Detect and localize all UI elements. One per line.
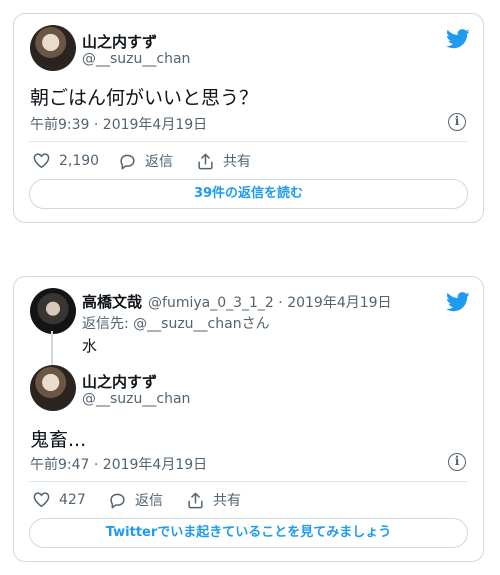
info-icon[interactable]: i [448, 453, 466, 471]
avatar[interactable] [30, 288, 76, 334]
tweet-text: 鬼畜... [30, 429, 87, 451]
parent-author-name[interactable]: 高橋文哉 [82, 293, 142, 311]
share-icon [188, 492, 203, 508]
share-icon [198, 153, 213, 169]
reply-button[interactable]: 返信 [118, 151, 173, 171]
divider [29, 481, 468, 482]
reply-button[interactable]: 返信 [108, 490, 163, 510]
parent-tweet-header[interactable]: 高橋文哉 @fumiya_0_3_1_2 · 2019年4月19日 [82, 291, 392, 312]
avatar[interactable] [30, 25, 76, 71]
share-label: 共有 [223, 154, 251, 170]
author-handle[interactable]: @__suzu__chan [82, 51, 190, 67]
divider [29, 141, 468, 142]
twitter-bird-icon[interactable] [446, 292, 470, 312]
thread-line [51, 331, 53, 365]
tweet-timestamp[interactable]: 午前9:39 · 2019年4月19日 [30, 114, 207, 134]
explore-twitter-button[interactable]: Twitterでいま起きていることを見てみましょう [29, 518, 468, 548]
heart-icon [33, 492, 50, 508]
share-label: 共有 [213, 493, 241, 509]
read-replies-button[interactable]: 39件の返信を読む [29, 179, 468, 209]
author-name[interactable]: 山之内すず [82, 31, 157, 52]
tweet-timestamp[interactable]: 午前9:47 · 2019年4月19日 [30, 454, 207, 474]
author-handle[interactable]: @__suzu__chan [82, 391, 190, 407]
reply-to-label[interactable]: 返信先: @__suzu__chanさん [82, 313, 270, 333]
reply-bubble-icon [110, 493, 125, 508]
reply-label: 返信 [135, 493, 163, 509]
avatar[interactable] [30, 365, 76, 411]
tweet-text: 朝ごはん何がいいと思う？ [30, 87, 259, 109]
share-button[interactable]: 共有 [196, 151, 251, 171]
twitter-bird-icon[interactable] [446, 29, 470, 49]
like-count: 2,190 [59, 152, 100, 169]
share-button[interactable]: 共有 [186, 490, 241, 510]
reply-label: 返信 [145, 154, 173, 170]
tweet-card[interactable]: 山之内すず @__suzu__chan 朝ごはん何がいいと思う？ 午前9:39 … [13, 13, 484, 223]
tweet-card[interactable]: 高橋文哉 @fumiya_0_3_1_2 · 2019年4月19日 返信先: @_… [13, 276, 484, 562]
like-button[interactable]: 427 [32, 490, 86, 509]
author-name[interactable]: 山之内すず [82, 371, 157, 392]
info-icon[interactable]: i [448, 113, 466, 131]
like-button[interactable]: 2,190 [32, 151, 99, 170]
heart-icon [33, 153, 50, 169]
reply-bubble-icon [120, 154, 135, 169]
parent-tweet-text: 水 [82, 337, 98, 355]
parent-author-handle-date[interactable]: @fumiya_0_3_1_2 · 2019年4月19日 [148, 295, 392, 311]
like-count: 427 [59, 491, 86, 508]
